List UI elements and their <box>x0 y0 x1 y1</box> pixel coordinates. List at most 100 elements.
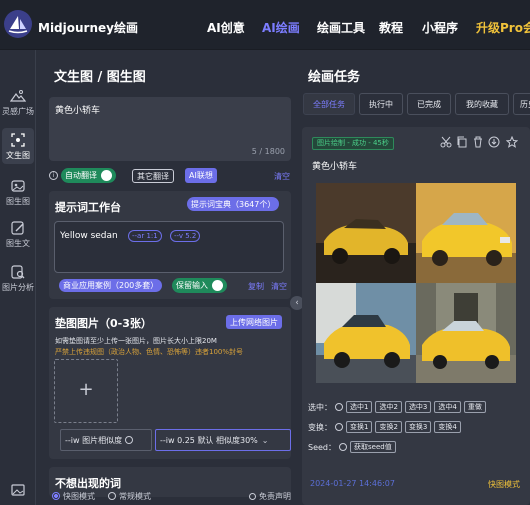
change-row: 变换： 变换1 变换2 变换3 变换4 <box>308 421 461 433</box>
negative-words-title: 不想出现的词 <box>55 477 121 490</box>
generator-panel: 文生图 / 图生图 黄色小轿车 5 / 1800 i 自动翻译 其它翻译 AI联… <box>44 55 292 505</box>
prompt-value: 黄色小轿车 <box>55 106 101 116</box>
tab-favorites[interactable]: 我的收藏 <box>455 93 509 115</box>
param-chip[interactable]: --v 5.2 <box>170 230 201 242</box>
tab-all-tasks[interactable]: 全部任务 <box>303 93 355 115</box>
upload-hint: 如需垫图请至少上传一张图片，图片长大小上限20M <box>55 337 217 345</box>
redo-button[interactable]: 重做 <box>463 401 486 413</box>
clear-prompt-link[interactable]: 清空 <box>274 171 290 182</box>
tab-completed[interactable]: 已完成 <box>407 93 451 115</box>
ai-association-button[interactable]: AI联想 <box>185 168 217 183</box>
brand-name: Midjourney绘画 <box>38 21 138 35</box>
mountain-icon <box>10 90 26 102</box>
result-image-grid[interactable] <box>316 183 516 383</box>
task-card: 图片绘制 - 成功 - 45秒 黄色小轿车 选中： 选中1 选中2 选中3 选中… <box>302 127 530 505</box>
sidebar-item-text-to-image[interactable]: 文生图 <box>2 128 34 164</box>
picture-icon <box>11 180 25 192</box>
keep-input-toggle[interactable]: 保留输入 <box>172 278 227 293</box>
sidebar-item-label: 图生图 <box>6 197 30 206</box>
sidebar-item-image-to-image[interactable]: 图生图 <box>0 178 36 207</box>
image-scan-icon <box>11 133 25 147</box>
result-image[interactable] <box>316 283 416 383</box>
disclaimer-icon <box>249 493 256 500</box>
sidebar-item-label: 图生文 <box>6 239 30 248</box>
change-1-button[interactable]: 变换1 <box>346 421 373 433</box>
delete-icon[interactable] <box>472 136 484 148</box>
sidebar-item-image-to-text[interactable]: 图生文 <box>0 220 36 249</box>
copy-link[interactable]: 复制 <box>248 281 264 292</box>
image-upload-button[interactable]: + <box>54 359 118 423</box>
select-row: 选中： 选中1 选中2 选中3 选中4 重做 <box>308 401 486 413</box>
upload-network-image-button[interactable]: 上传网络图片 <box>226 315 282 329</box>
auto-translate-toggle[interactable]: 自动翻译 <box>61 168 116 183</box>
tasks-panel: 绘画任务 全部任务 执行中 已完成 我的收藏 历史 图片绘制 - 成功 - 45… <box>298 55 530 505</box>
prompt-dictionary-button[interactable]: 提示词宝典（3647个） <box>187 197 280 211</box>
translate-options: i 自动翻译 其它翻译 AI联想 清空 <box>49 168 291 184</box>
fast-mode-radio[interactable]: 快图模式 <box>52 491 95 502</box>
sidebar-item-gallery[interactable] <box>0 482 36 500</box>
task-timestamp: 2024-01-27 14:46:07 <box>310 479 395 488</box>
keep-input-label: 保留输入 <box>176 281 208 290</box>
iw-label-text: --iw 图片相似度 <box>65 435 123 445</box>
info-icon[interactable]: i <box>49 171 58 180</box>
normal-mode-radio[interactable]: 常规模式 <box>108 491 151 502</box>
seed-label: Seed： <box>308 442 336 452</box>
select-4-button[interactable]: 选中4 <box>434 401 461 413</box>
get-seed-button[interactable]: 获取seed值 <box>350 441 396 453</box>
result-image[interactable] <box>416 283 516 383</box>
fast-mode-label: 快图模式 <box>63 492 95 501</box>
iw-similarity-label[interactable]: --iw 图片相似度 <box>60 429 152 451</box>
select-label: 选中： <box>308 402 332 412</box>
other-translate-button[interactable]: 其它翻译 <box>132 169 174 183</box>
select-3-button[interactable]: 选中3 <box>404 401 432 413</box>
change-3-button[interactable]: 变换3 <box>404 421 432 433</box>
task-mode: 快图模式 <box>488 480 520 489</box>
nav-ai-creative[interactable]: AI创意 <box>207 19 245 36</box>
sidebar-item-label: 图片分析 <box>2 283 34 292</box>
param-chip[interactable]: --ar 1:1 <box>128 230 162 242</box>
select-2-button[interactable]: 选中2 <box>375 401 402 413</box>
sidebar-item-inspiration[interactable]: 灵感广场 <box>0 88 36 117</box>
info-icon <box>125 436 134 444</box>
sidebar-item-label: 灵感广场 <box>2 107 34 116</box>
task-prompt: 黄色小轿车 <box>312 162 358 172</box>
sidebar-item-image-analysis[interactable]: 图片分析 <box>0 264 36 293</box>
clear-keywords-link[interactable]: 清空 <box>271 281 287 292</box>
nav-upgrade-pro[interactable]: 升级Pro会员 <box>476 19 530 36</box>
toggle-knob-icon <box>212 280 223 291</box>
keyword-text: Yellow sedan <box>60 231 118 241</box>
disclaimer-link[interactable]: 免责声明 <box>249 491 291 502</box>
status-badge: 图片绘制 - 成功 - 45秒 <box>312 137 394 150</box>
scissors-icon[interactable] <box>440 136 452 148</box>
result-image[interactable] <box>416 183 516 283</box>
select-1-button[interactable]: 选中1 <box>346 401 373 413</box>
download-icon[interactable] <box>488 136 500 148</box>
nav-mini-program[interactable]: 小程序 <box>422 19 458 36</box>
copy-icon[interactable] <box>456 136 468 148</box>
iw-value-select[interactable]: --iw 0.25 默认 相似度30% ⌄ <box>155 429 291 451</box>
star-icon[interactable] <box>506 136 518 148</box>
logo-icon[interactable] <box>4 10 32 38</box>
radio-icon <box>108 492 116 500</box>
info-icon <box>335 403 343 411</box>
keyword-input[interactable]: Yellow sedan --ar 1:1 --v 5.2 <box>54 221 284 273</box>
nav-tutorial[interactable]: 教程 <box>379 19 403 36</box>
analysis-icon <box>11 265 25 279</box>
sidebar-item-label: 文生图 <box>6 151 30 160</box>
auto-translate-label: 自动翻译 <box>65 171 97 180</box>
change-2-button[interactable]: 变换2 <box>375 421 402 433</box>
change-label: 变换： <box>308 422 332 432</box>
toggle-knob-icon <box>101 170 112 181</box>
business-cases-button[interactable]: 商业应用案例（200多套） <box>59 279 163 292</box>
info-icon <box>339 443 347 451</box>
prompt-textarea[interactable]: 黄色小轿车 5 / 1800 <box>49 97 291 161</box>
tab-running[interactable]: 执行中 <box>359 93 403 115</box>
nav-ai-painting[interactable]: AI绘画 <box>262 19 300 36</box>
change-4-button[interactable]: 变换4 <box>434 421 461 433</box>
result-image[interactable] <box>316 183 416 283</box>
gallery-icon <box>11 484 25 496</box>
chevron-down-icon: ⌄ <box>261 435 269 445</box>
tab-history[interactable]: 历史 <box>513 93 530 115</box>
upload-warning: 严禁上传违规图（政治人物、色情、恐怖等）违者100%封号 <box>55 348 244 356</box>
nav-painting-tools[interactable]: 绘画工具 <box>317 19 365 36</box>
